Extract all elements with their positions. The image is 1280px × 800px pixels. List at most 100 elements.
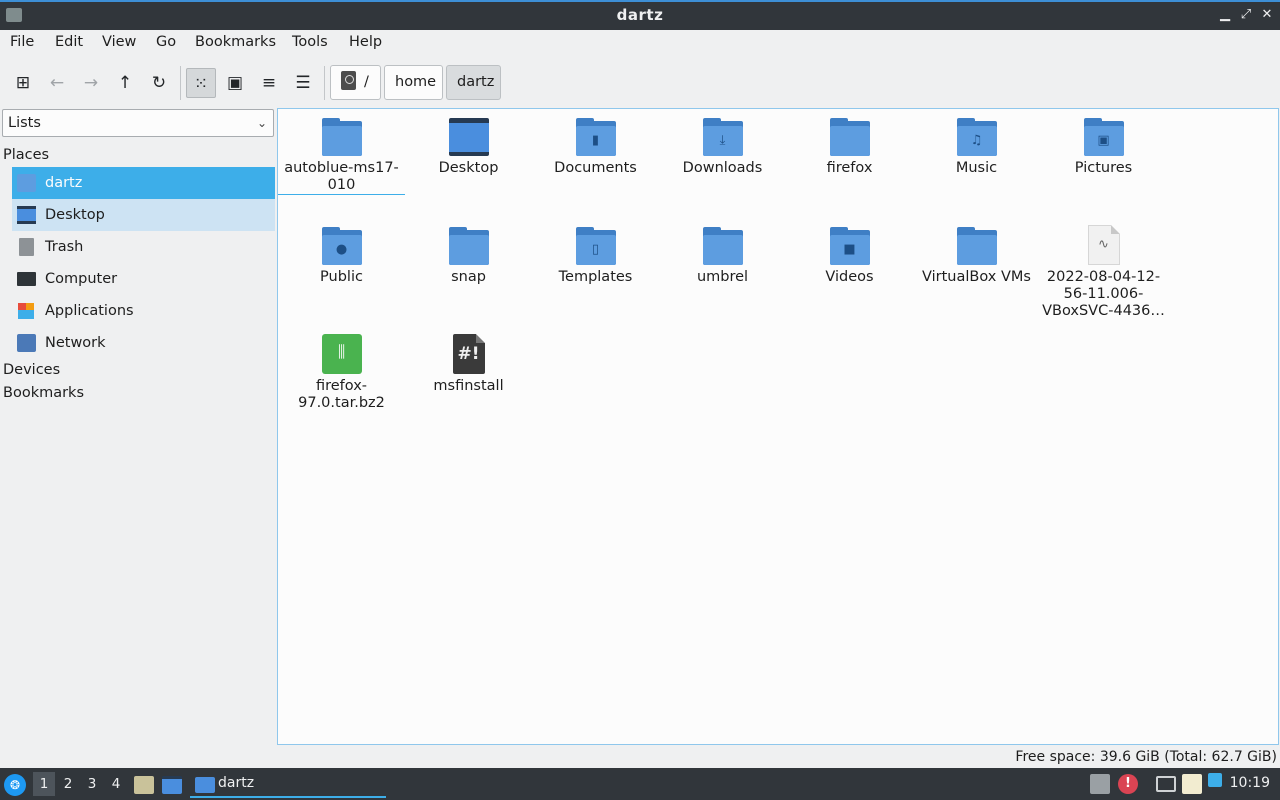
log-file-icon: ∿ [1087, 225, 1120, 265]
compact-view-icon[interactable]: ≡ [254, 68, 284, 98]
sidebar-item-dartz[interactable]: dartz [12, 167, 275, 199]
breadcrumb-dartz[interactable]: dartz [446, 65, 501, 100]
taskbar-panel: ❂ 1 2 3 4 dartz ! 10:19 [0, 768, 1280, 800]
eject-icon[interactable] [1090, 774, 1110, 794]
document-icon: ▮ [591, 133, 600, 148]
file-item-public[interactable]: ● Public [278, 227, 405, 286]
file-item-msfinstall[interactable]: #! msfinstall [405, 334, 532, 395]
computer-icon [17, 272, 36, 286]
alert-icon[interactable]: ! [1118, 774, 1138, 794]
sidebar: Lists ⌄ Places dartz Desktop Trash Compu… [0, 108, 276, 746]
sidebar-item-applications[interactable]: Applications [12, 295, 275, 327]
trash-icon [19, 238, 34, 256]
sidebar-item-network[interactable]: Network [12, 327, 275, 359]
status-bar: Free space: 39.6 GiB (Total: 62.7 GiB) [0, 746, 1280, 768]
menu-edit[interactable]: Edit [55, 34, 83, 50]
up-arrow-icon[interactable]: ↑ [110, 68, 140, 98]
file-item-desktop[interactable]: Desktop [405, 118, 532, 177]
home-folder-icon [17, 174, 36, 192]
workspace-4[interactable]: 4 [105, 772, 127, 796]
workspace-2[interactable]: 2 [57, 772, 79, 796]
file-item-virtualbox-vms[interactable]: VirtualBox VMs [913, 227, 1040, 286]
folder-icon: ■ [829, 227, 870, 265]
folder-icon [829, 118, 870, 156]
file-item-snap[interactable]: snap [405, 227, 532, 286]
file-item-documents[interactable]: ▮ Documents [532, 118, 659, 177]
file-icon-view[interactable]: autoblue-ms17-010 Desktop ▮ Documents ⤓ … [277, 108, 1279, 745]
minimize-icon[interactable]: ▁ [1216, 6, 1234, 24]
file-item-umbrel[interactable]: umbrel [659, 227, 786, 286]
window-title: dartz [616, 6, 664, 24]
menu-go[interactable]: Go [156, 34, 176, 50]
sidebar-item-computer[interactable]: Computer [12, 263, 275, 295]
desktop-icon [448, 118, 489, 156]
sidebar-mode-select[interactable]: Lists ⌄ [2, 109, 274, 137]
folder-icon: ▣ [1083, 118, 1124, 156]
file-item-pictures[interactable]: ▣ Pictures [1040, 118, 1167, 177]
maximize-icon[interactable]: ⤢ [1237, 6, 1255, 24]
file-item-firefox-archive[interactable]: ⫼ firefox-97.0.tar.bz2 [278, 334, 405, 412]
sidebar-item-desktop[interactable]: Desktop [12, 199, 275, 231]
breadcrumb-root[interactable]: / [330, 65, 381, 100]
toolbar: ⊞ ← → ↑ ↻ ⁙ ▣ ≡ ☰ / home dartz [0, 58, 1280, 106]
music-note-icon: ♫ [970, 133, 983, 148]
file-item-autoblue[interactable]: autoblue-ms17-010 [278, 118, 405, 195]
menu-help[interactable]: Help [349, 34, 382, 50]
devices-header[interactable]: Devices [3, 362, 60, 378]
new-window-icon[interactable]: ⊞ [8, 68, 38, 98]
folder-icon: ♫ [956, 118, 997, 156]
back-arrow-icon[interactable]: ← [42, 68, 72, 98]
bookmarks-header[interactable]: Bookmarks [3, 385, 84, 401]
close-icon[interactable]: ✕ [1258, 6, 1276, 24]
notification-icon[interactable] [1208, 773, 1222, 787]
menu-view[interactable]: View [102, 34, 136, 50]
sidebar-item-trash[interactable]: Trash [12, 231, 275, 263]
menu-file[interactable]: File [10, 34, 34, 50]
menu-bar: File Edit View Go Bookmarks Tools Help [0, 30, 1280, 56]
breadcrumb-home[interactable]: home [384, 65, 443, 100]
user-icon: ● [335, 242, 348, 257]
file-item-vboxsvc-log[interactable]: ∿ 2022-08-04-12-56-11.006-VBoxSVC-4436… [1040, 225, 1167, 320]
start-menu-icon[interactable]: ❂ [4, 774, 26, 796]
toolbar-separator [324, 66, 325, 100]
places-header[interactable]: Places [3, 147, 49, 163]
thumbnail-view-icon[interactable]: ▣ [220, 68, 250, 98]
network-tray-icon[interactable] [1156, 776, 1176, 792]
folder-icon: ▮ [575, 118, 616, 156]
title-bar: dartz ▁ ⤢ ✕ [0, 0, 1280, 30]
clock[interactable]: 10:19 [1230, 775, 1270, 791]
toolbar-separator [180, 66, 181, 100]
taskbar-window-dartz[interactable]: dartz [190, 772, 386, 798]
archive-zip-icon: ⫼ [321, 334, 362, 374]
workspace-3[interactable]: 3 [81, 772, 103, 796]
detailed-list-view-icon[interactable]: ☰ [288, 68, 318, 98]
show-desktop-icon[interactable] [162, 776, 182, 794]
applications-icon [18, 303, 34, 319]
folder-icon [321, 118, 362, 156]
icon-view-icon[interactable]: ⁙ [186, 68, 216, 98]
file-item-downloads[interactable]: ⤓ Downloads [659, 118, 786, 177]
template-icon: ▯ [591, 242, 600, 257]
file-item-videos[interactable]: ■ Videos [786, 227, 913, 286]
free-space-status: Free space: 39.6 GiB (Total: 62.7 GiB) [1015, 749, 1277, 765]
file-manager-launcher-icon[interactable] [134, 776, 154, 794]
drive-icon [341, 71, 356, 90]
clipboard-icon[interactable] [1182, 774, 1202, 794]
network-icon [17, 334, 36, 352]
file-item-templates[interactable]: ▯ Templates [532, 227, 659, 286]
reload-icon[interactable]: ↻ [144, 68, 174, 98]
picture-icon: ▣ [1097, 133, 1110, 148]
file-item-firefox[interactable]: firefox [786, 118, 913, 177]
menu-tools[interactable]: Tools [292, 34, 328, 50]
forward-arrow-icon[interactable]: → [76, 68, 106, 98]
download-icon: ⤓ [719, 133, 726, 148]
desktop-icon [17, 206, 36, 224]
menu-bookmarks[interactable]: Bookmarks [195, 34, 276, 50]
folder-icon [448, 227, 489, 265]
file-item-music[interactable]: ♫ Music [913, 118, 1040, 177]
workspace-1[interactable]: 1 [33, 772, 55, 796]
folder-icon: ● [321, 227, 362, 265]
folder-icon [195, 777, 215, 793]
folder-icon: ⤓ [702, 118, 743, 156]
folder-icon [702, 227, 743, 265]
